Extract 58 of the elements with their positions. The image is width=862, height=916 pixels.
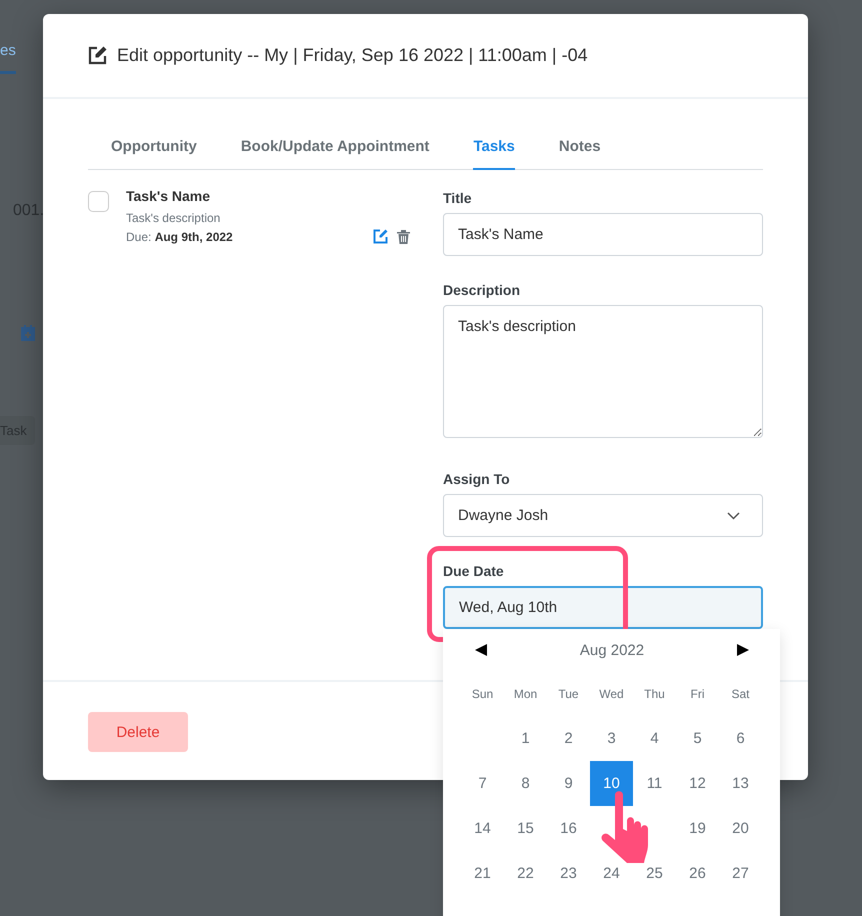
calendar-day[interactable]: 7: [461, 761, 504, 806]
weekday-label: Sat: [730, 686, 750, 702]
tab[interactable]: Book/Update Appointment: [240, 129, 430, 170]
tab[interactable]: Notes: [558, 129, 601, 170]
previous-month-icon[interactable]: [475, 644, 487, 656]
delete-button[interactable]: Delete: [88, 712, 188, 752]
dropdown[interactable]: Dwayne Josh: [443, 494, 763, 537]
tab[interactable]: Tasks: [473, 129, 515, 170]
calendar-day[interactable]: 2: [547, 716, 590, 761]
calendar-day[interactable]: 9: [547, 761, 590, 806]
calendar-day[interactable]: 19: [676, 806, 719, 851]
calendar-day[interactable]: 25: [633, 851, 676, 896]
calendar-day[interactable]: 11: [633, 761, 676, 806]
weekday-label: Sun: [470, 686, 494, 702]
checkbox[interactable]: [88, 191, 109, 212]
date-field[interactable]: Wed, Aug 10th: [443, 586, 763, 629]
calendar-day[interactable]: 24: [590, 851, 633, 896]
tab[interactable]: Opportunity: [111, 129, 197, 170]
field-label: Title: [443, 190, 473, 206]
month-label: Aug 2022: [580, 642, 644, 658]
calendar-day[interactable]: 20: [719, 806, 762, 851]
next-month-icon[interactable]: [736, 644, 749, 656]
field-label: Description: [443, 282, 522, 298]
calendar-day[interactable]: 21: [461, 851, 504, 896]
due-date-text: Due: Aug 9th, 2022: [126, 230, 233, 244]
edit-icon: [88, 46, 107, 65]
calendar-day[interactable]: 15: [504, 806, 547, 851]
calendar-day[interactable]: 13: [719, 761, 762, 806]
calendar-day[interactable]: 16: [547, 806, 590, 851]
task-description: Task's description: [126, 211, 222, 225]
text-area[interactable]: Task's description: [443, 305, 763, 438]
weekday-label: Wed: [598, 686, 625, 702]
weekday-label: Thu: [643, 686, 666, 702]
weekday-label: Tue: [557, 686, 580, 702]
field-label: Assign To: [443, 471, 511, 487]
calendar-day[interactable]: 14: [461, 806, 504, 851]
field-label: Due Date: [443, 563, 505, 579]
calendar-day[interactable]: 26: [676, 851, 719, 896]
calendar-day[interactable]: 27: [719, 851, 762, 896]
calendar-day[interactable]: 1: [504, 716, 547, 761]
input-field[interactable]: Task's Name: [443, 213, 763, 256]
edit-icon[interactable]: [373, 229, 388, 244]
tab[interactable]: es: [0, 42, 16, 74]
calendar-day[interactable]: 5: [676, 716, 719, 761]
calendar-day[interactable]: 3: [590, 716, 633, 761]
chevron-down-icon: [727, 512, 740, 520]
weekday-label: Mon: [512, 686, 538, 702]
trash-icon[interactable]: [397, 230, 410, 244]
calendar-day[interactable]: 12: [676, 761, 719, 806]
calendar-day[interactable]: 8: [504, 761, 547, 806]
calendar-day[interactable]: 4: [633, 716, 676, 761]
calendar-day[interactable]: 6: [719, 716, 762, 761]
task-name: Task's Name: [126, 188, 212, 204]
calendar-day[interactable]: 22: [504, 851, 547, 896]
dialog-title: Edit opportunity -- My | Friday, Sep 16 2022 | 11:00am | -04: [117, 45, 588, 66]
weekday-label: Fri: [690, 686, 706, 702]
calendar-day[interactable]: 23: [547, 851, 590, 896]
calendar-day[interactable]: 10: [590, 761, 633, 806]
